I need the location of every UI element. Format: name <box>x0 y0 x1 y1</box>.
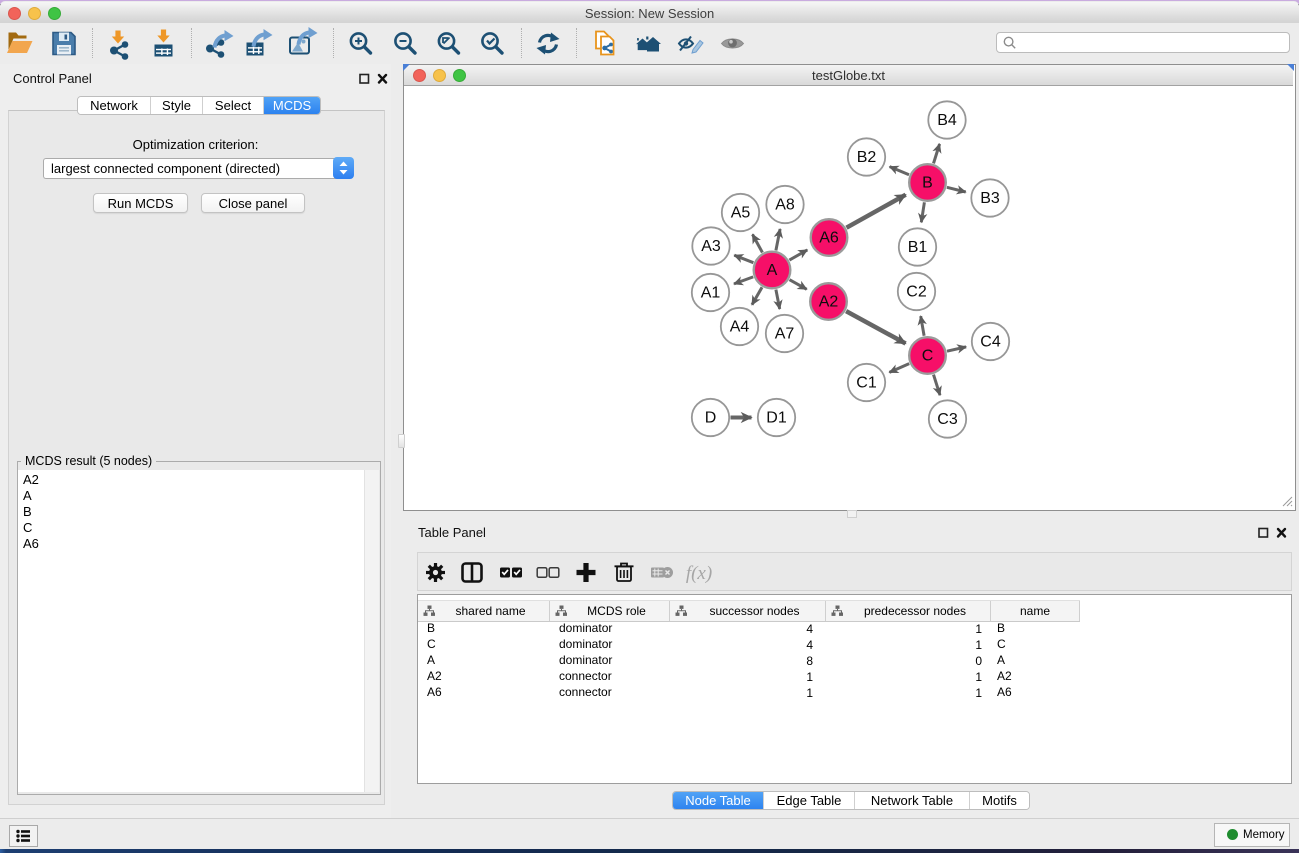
svg-text:C: C <box>922 348 934 365</box>
svg-text:A1: A1 <box>701 285 721 302</box>
svg-text:A6: A6 <box>819 230 839 247</box>
svg-text:C1: C1 <box>856 375 877 392</box>
svg-text:A8: A8 <box>775 197 795 214</box>
svg-text:A: A <box>767 262 778 279</box>
svg-text:C4: C4 <box>980 334 1001 351</box>
svg-text:B1: B1 <box>908 239 928 256</box>
svg-text:C3: C3 <box>937 411 958 428</box>
svg-text:A2: A2 <box>819 294 839 311</box>
svg-text:A3: A3 <box>701 238 721 255</box>
svg-text:D: D <box>705 410 717 427</box>
svg-text:A4: A4 <box>730 319 750 336</box>
svg-text:A7: A7 <box>775 326 795 343</box>
svg-text:f(x): f(x) <box>686 563 712 584</box>
svg-text:B2: B2 <box>857 149 877 166</box>
svg-text:B3: B3 <box>980 190 1000 207</box>
svg-text:B: B <box>922 175 933 192</box>
svg-text:D1: D1 <box>766 410 787 427</box>
svg-text:A5: A5 <box>731 205 751 222</box>
svg-text:B4: B4 <box>937 112 957 129</box>
svg-text:C2: C2 <box>906 284 927 301</box>
